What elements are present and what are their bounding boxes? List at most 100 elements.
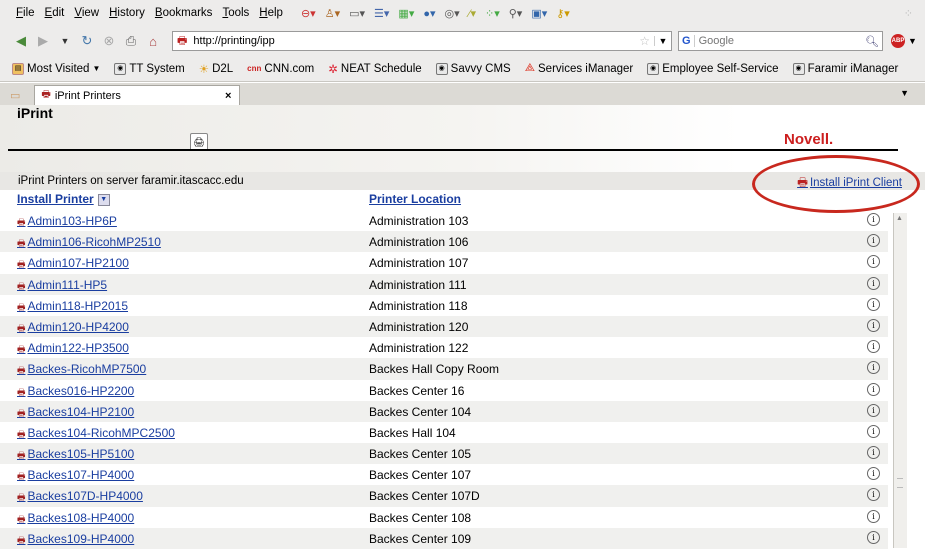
sort-icon[interactable]: ▼ [97, 193, 110, 206]
info-icon[interactable]: i [867, 318, 880, 332]
info-icon[interactable]: i [867, 276, 880, 290]
print-icon[interactable]: ⎙ [122, 33, 140, 49]
info-icon[interactable]: i [867, 446, 880, 460]
addon-toolbar: ⊖▾ ♙▾ ▭▾ ☰▾ ▦▾ ●▾ ◎▾ ⁄▾ ⁘▾ ⚲▾ ▣▾ ⚷▾ [301, 7, 570, 20]
url-bar[interactable]: 🖶 http://printing/ipp ☆ ▼ [172, 31, 672, 51]
menu-file[interactable]: File [16, 7, 35, 19]
table-row: 🖶 Admin107-HP2100 Administration 107 i [0, 252, 888, 273]
info-icon[interactable]: i [867, 340, 880, 354]
menu-bookmarks[interactable]: Bookmarks [155, 7, 213, 19]
printer-location: Administration 111 [369, 277, 467, 292]
mail-icon[interactable]: ▭▾ [349, 7, 365, 20]
column-install-printer[interactable]: Install Printer ▼ [17, 192, 110, 206]
printer-install-link[interactable]: 🖶 Backes105-HP5100 [17, 447, 134, 464]
info-icon[interactable]: i [867, 361, 880, 375]
info-icon[interactable]: i [867, 255, 880, 269]
info-icon[interactable]: i [867, 424, 880, 438]
info-icon[interactable]: i [867, 234, 880, 248]
printer-install-link[interactable]: 🖶 Backes-RicohMP7500 [17, 362, 146, 379]
reload-icon[interactable]: ↻ [78, 33, 96, 49]
person-icon[interactable]: ♙▾ [325, 7, 340, 20]
menu-tools[interactable]: Tools [222, 7, 249, 19]
bookmark-neat-schedule[interactable]: ✲ NEAT Schedule [328, 62, 421, 76]
tab-iprint-printers[interactable]: 🖶 iPrint Printers × [34, 85, 241, 105]
url-dropdown-icon[interactable]: ▼ [654, 36, 671, 46]
printer-install-link[interactable]: 🖶 Backes104-RicohMPC2500 [17, 426, 175, 443]
info-icon[interactable]: i [867, 213, 880, 226]
info-icon[interactable]: i [867, 403, 880, 417]
key-icon[interactable]: ⚷▾ [556, 7, 570, 20]
close-tab-icon[interactable]: × [225, 90, 231, 102]
printer-name: Admin111-HP5 [27, 277, 108, 292]
printer-install-link[interactable]: 🖶 Admin103-HP6P [17, 214, 117, 231]
forward-icon[interactable]: ▶ [34, 33, 52, 49]
info-icon[interactable]: i [867, 488, 880, 502]
info-icon[interactable]: i [867, 509, 880, 523]
menu-history[interactable]: History [109, 7, 145, 19]
bookmark-employee-self-service[interactable]: ◉ Employee Self-Service [647, 62, 779, 75]
info-icon[interactable]: i [867, 467, 880, 481]
scroll-up-icon[interactable]: ▲ [896, 215, 903, 222]
grid-icon[interactable]: ⁘▾ [485, 7, 500, 20]
sheet-icon[interactable]: ▦▾ [398, 7, 414, 20]
printer-install-link[interactable]: 🖶 Backes109-HP4000 [17, 532, 134, 549]
printer-install-link[interactable]: 🖶 Admin118-HP2015 [17, 299, 128, 316]
menu-edit[interactable]: Edit [45, 7, 65, 19]
search-icon[interactable]: 🔍︎ [865, 35, 882, 48]
bookmark-tt-system[interactable]: ◉ TT System [114, 62, 185, 75]
brush-icon[interactable]: ⁄▾ [469, 7, 476, 20]
new-tab-icon[interactable]: ▭ [10, 89, 20, 102]
printer-install-link[interactable]: 🖶 Backes108-HP4000 [17, 511, 134, 528]
scroll-grip[interactable] [897, 478, 903, 488]
bookmarks-toolbar: ▤ Most Visited ▼ ◉ TT System ☀ D2L cnn CNN.co… [0, 56, 925, 82]
screen-icon[interactable]: ▣▾ [531, 7, 547, 20]
bookmark-services-imanager[interactable]: ⟁ Services iManager [525, 62, 634, 75]
menu-help[interactable]: Help [259, 7, 283, 19]
bookmark-cnn[interactable]: cnn CNN.com [247, 63, 314, 75]
printer-icon: 🖶 [17, 301, 26, 312]
bookmark-savvy-cms[interactable]: ◉ Savvy CMS [435, 62, 511, 75]
bookmark-most-visited[interactable]: ▤ Most Visited ▼ [12, 62, 100, 75]
cd-icon[interactable]: ◎▾ [445, 7, 460, 20]
printer-install-link[interactable]: 🖶 Admin111-HP5 [17, 278, 107, 295]
info-icon[interactable]: i [867, 297, 880, 311]
list-icon[interactable]: ☰▾ [374, 7, 389, 20]
printer-install-link[interactable]: 🖶 Admin120-HP4200 [17, 320, 129, 337]
menu-view[interactable]: View [74, 7, 99, 19]
info-icon[interactable]: i [867, 382, 880, 396]
list-all-tabs-icon[interactable]: ▼ [900, 88, 909, 98]
adblock-icon[interactable]: ABP [891, 34, 905, 48]
printer-name: Backes108-HP4000 [27, 510, 135, 525]
bookmark-star-icon[interactable]: ☆ [639, 34, 650, 48]
printer-install-link[interactable]: 🖶 Backes107-HP4000 [17, 468, 134, 485]
bookmark-d2l[interactable]: ☀ D2L [199, 62, 233, 76]
back-icon[interactable]: ◀ [12, 33, 30, 49]
home-icon[interactable]: ⌂ [144, 34, 162, 49]
tools-icon[interactable]: ⚲▾ [509, 7, 523, 20]
globe-icon[interactable]: ●▾ [423, 7, 435, 20]
search-bar[interactable]: G 🔍︎ [678, 31, 883, 51]
printer-install-link[interactable]: 🖶 Admin107-HP2100 [17, 256, 129, 273]
adblock-dropdown-icon[interactable]: ▼ [908, 36, 917, 46]
stop-load-icon[interactable]: ⊗ [100, 33, 118, 49]
bookmark-faramir-imanager[interactable]: ◉ Faramir iManager [792, 62, 898, 75]
bookmark-label: Savvy CMS [450, 62, 511, 75]
column-printer-location[interactable]: Printer Location [369, 192, 461, 206]
history-dropdown-icon[interactable]: ▼ [56, 36, 74, 46]
printer-icon: 🖶 [17, 428, 26, 439]
printer-list: 🖶 Admin103-HP6P Administration 103 i 🖶 Admin1… [0, 210, 890, 549]
printer-install-link[interactable]: 🖶 Backes104-HP2100 [17, 405, 134, 422]
scrollbar[interactable]: ▲ [893, 213, 907, 548]
printer-install-link[interactable]: 🖶 Backes016-HP2200 [17, 384, 134, 401]
printer-install-link[interactable]: 🖶 Admin122-HP3500 [17, 341, 129, 358]
printer-install-link[interactable]: 🖶 Backes107D-HP4000 [17, 489, 143, 506]
d2l-icon: ☀ [198, 63, 210, 76]
throbber-icon: ⁘ [903, 7, 913, 20]
stop-icon[interactable]: ⊖▾ [301, 7, 316, 20]
url-text[interactable]: http://printing/ipp [193, 35, 639, 47]
search-input[interactable] [694, 34, 866, 48]
info-icon[interactable]: i [867, 530, 880, 544]
printer-install-link[interactable]: 🖶 Admin106-RicohMP2510 [17, 235, 161, 252]
printer-icon: 🖶 [17, 259, 26, 270]
search-engine-icon[interactable]: G [679, 35, 695, 47]
